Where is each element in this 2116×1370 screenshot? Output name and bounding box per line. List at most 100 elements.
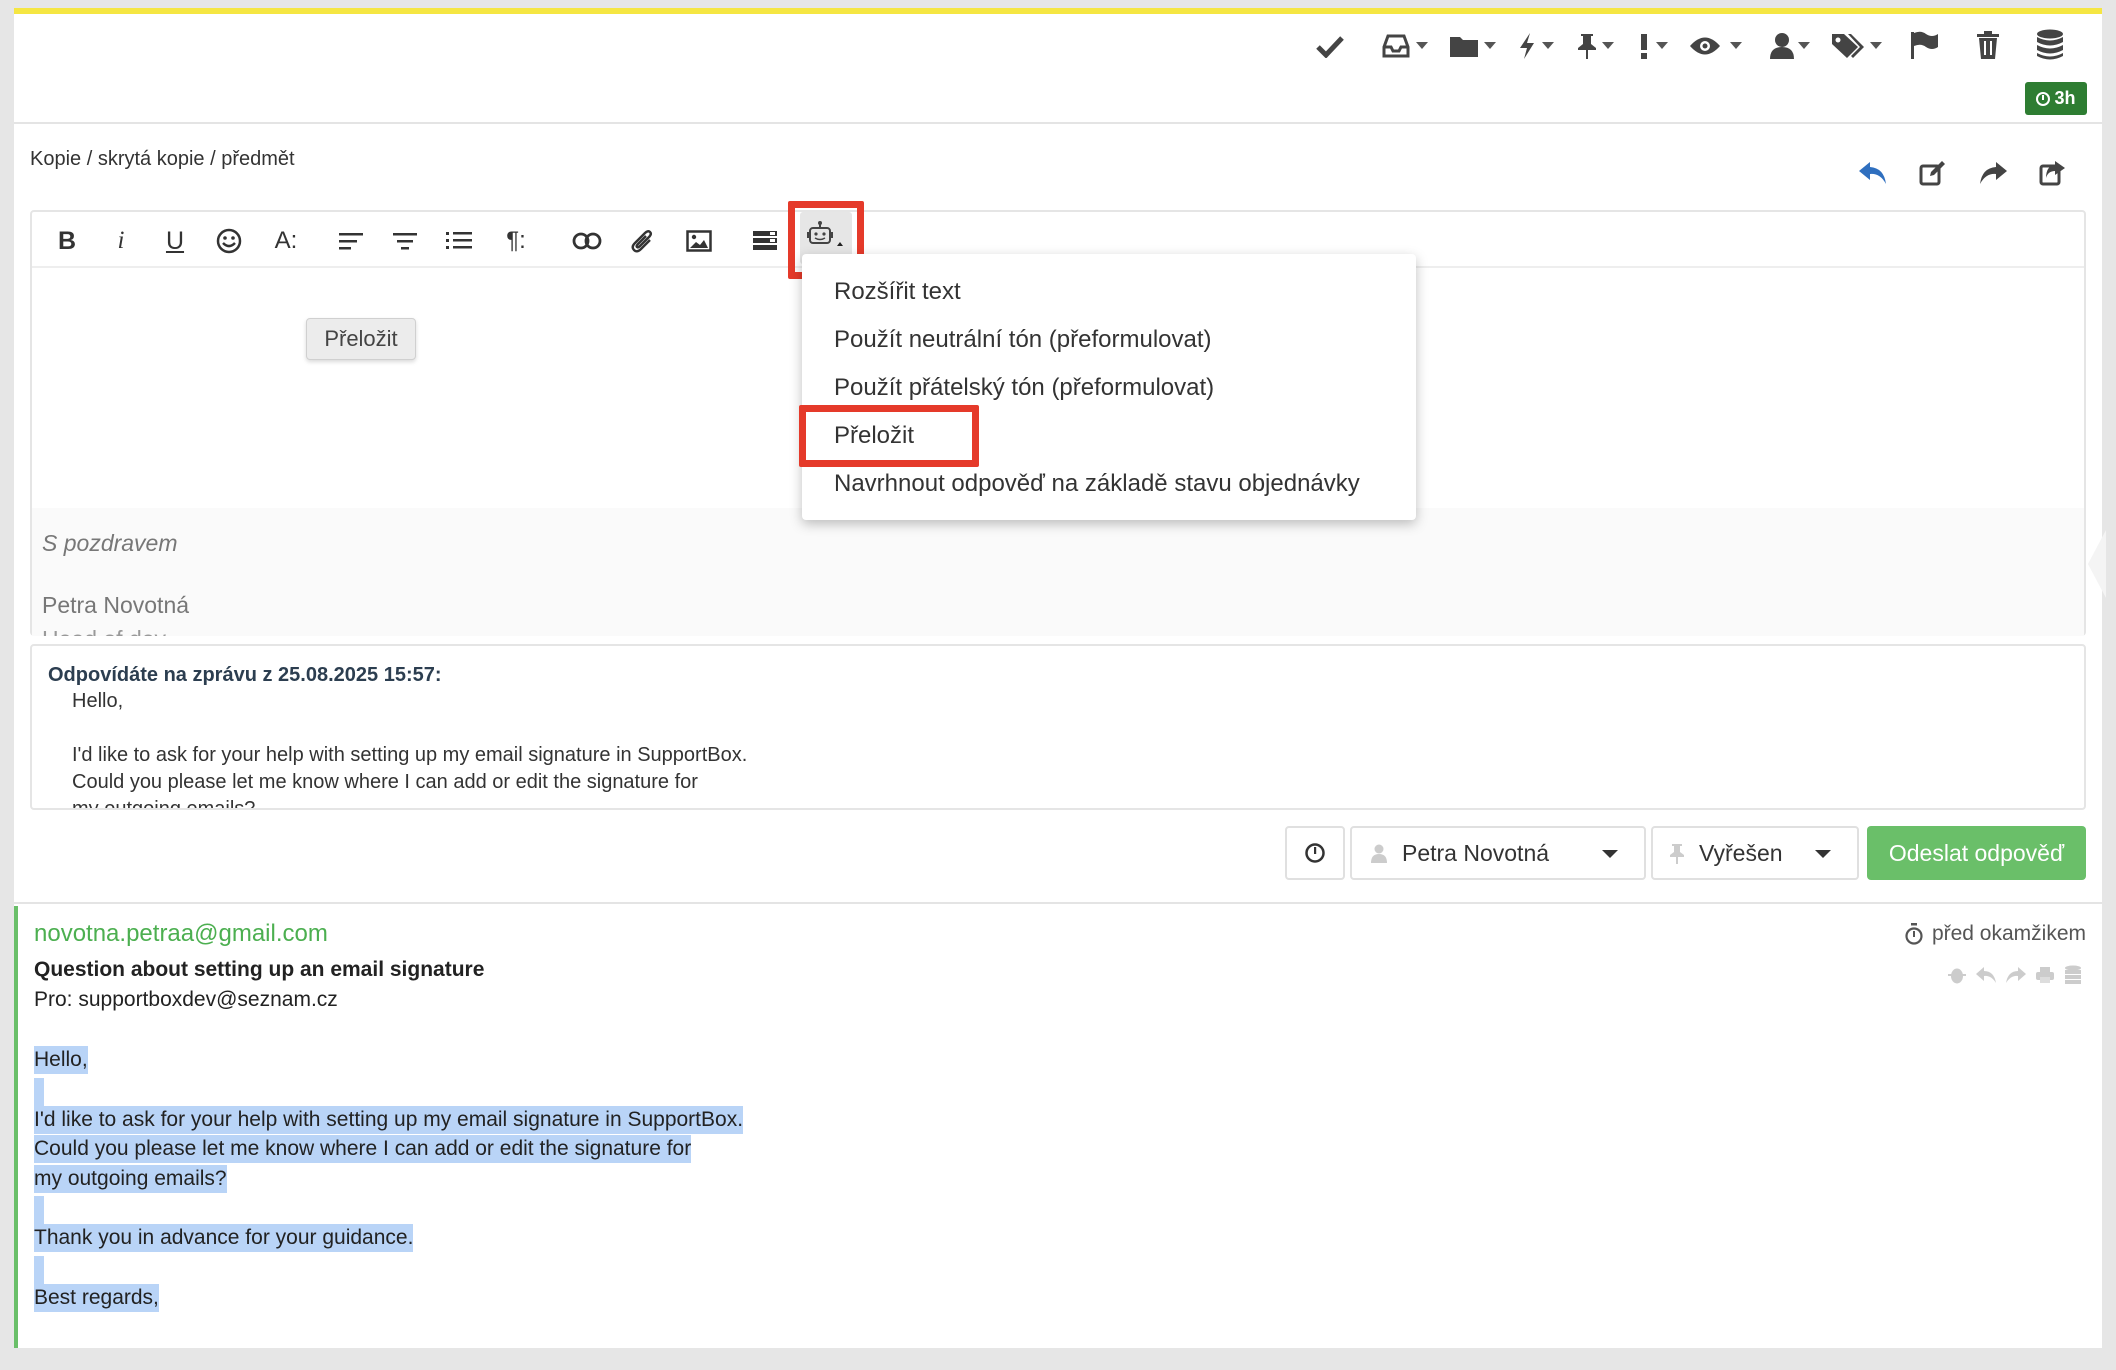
message-time: před okamžikem [1904,922,2086,946]
pin-icon[interactable] [1574,30,1600,62]
selection-gap [34,1078,44,1106]
folder-icon[interactable] [1448,30,1480,62]
reply-icon[interactable] [1858,158,1888,188]
check-icon[interactable] [1314,30,1346,62]
chevron-down-icon[interactable] [1798,42,1810,49]
message-body-line: Could you please let me know where I can… [34,1135,692,1163]
divider [14,122,2102,124]
divider [14,902,2102,904]
message-body-line: I'd like to ask for your help with setti… [34,1106,744,1134]
timer-badge-label: 3h [2054,88,2076,108]
chevron-down-icon[interactable] [1870,42,1882,49]
translate-tooltip: Přeložit [306,318,416,360]
ai-dropdown-menu: Rozšířit text Použít neutrální tón (přef… [802,254,1416,520]
user-icon [1371,844,1387,863]
message-accent-bar [14,906,18,1348]
paragraph-button[interactable]: ¶: [494,224,538,258]
message-recipient: Pro: supportboxdev@seznam.cz [34,988,338,1011]
database-icon[interactable] [2062,964,2084,986]
emoji-button[interactable] [212,224,246,258]
quoted-line: I'd like to ask for your help with setti… [72,744,748,766]
forward-icon[interactable] [2004,964,2028,986]
align-left-button[interactable] [334,224,368,258]
chevron-down-icon[interactable] [1602,42,1614,49]
quoted-line: Hello, [72,690,124,712]
align-left-icon [339,233,363,250]
quoted-message: Odpovídáte na zprávu z 25.08.2025 15:57:… [30,644,2086,810]
message-subject: Question about setting up an email signa… [34,958,485,981]
exclamation-icon[interactable] [1634,30,1654,62]
menu-item-suggest-reply[interactable]: Navrhnout odpověď na základě stavu objed… [834,470,1360,498]
menu-item-neutral-tone[interactable]: Použít neutrální tón (přeformulovat) [834,326,1212,354]
paperclip-icon [631,230,652,253]
align-center-icon [393,233,417,250]
pin-icon [1670,844,1684,864]
underline-button[interactable]: U [158,224,192,258]
status-value: Vyřešen [1699,840,1783,866]
list-ol-icon [446,232,472,249]
highlight-box [799,405,979,467]
image-icon [686,230,712,252]
italic-button[interactable]: i [104,224,138,258]
image-button[interactable] [682,224,716,258]
smile-icon [216,228,242,254]
assignee-value: Petra Novotná [1402,840,1550,866]
quoted-header: Odpovídáte na zprávu z 25.08.2025 15:57: [48,664,442,686]
reply-icon[interactable] [1974,964,1998,986]
chevron-down-icon[interactable] [1484,42,1496,49]
share-icon[interactable] [2038,158,2068,188]
clock-icon [1305,843,1325,863]
print-icon[interactable] [2034,964,2056,986]
bold-button[interactable]: B [50,224,84,258]
send-reply-button[interactable]: Odeslat odpověď [1867,826,2086,880]
chevron-down-icon[interactable] [1542,42,1554,49]
menu-item-friendly-tone[interactable]: Použít přátelský tón (přeformulovat) [834,374,1214,402]
message-body-line: Best regards, [34,1284,159,1312]
quoted-line: my outgoing emails? [72,798,256,810]
signature-title: Head of dev [42,626,166,636]
ordered-list-button[interactable] [442,224,476,258]
align-center-button[interactable] [388,224,422,258]
stopwatch-icon [1905,923,1923,945]
menu-item-expand[interactable]: Rozšířit text [834,278,961,306]
selection-gap [34,1196,44,1224]
clock-icon [2036,91,2051,106]
edit-icon[interactable] [1918,158,1948,188]
signature-greeting: S pozdravem [42,530,178,556]
message-body-line: Thank you in advance for your guidance. [34,1224,414,1252]
selection-gap [34,1256,44,1284]
template-button[interactable] [748,224,782,258]
template-icon [753,231,777,250]
recipients-toggle[interactable]: Kopie / skrytá kopie / předmět [30,148,295,171]
quoted-line: Could you please let me know where I can… [72,771,698,793]
message-time-label: před okamžikem [1931,922,2086,945]
signature-block: S pozdravem Petra Novotná Head of dev [32,508,2084,636]
tags-icon[interactable] [1830,30,1866,62]
attachment-button[interactable] [626,224,660,258]
eye-icon[interactable] [1688,30,1722,62]
message-body-line: my outgoing emails? [34,1165,227,1193]
link-button[interactable] [570,224,604,258]
chevron-down-icon[interactable] [1730,42,1742,49]
schedule-button[interactable] [1285,826,1345,880]
status-select[interactable]: Vyřešen [1651,826,1859,880]
forward-icon[interactable] [1978,158,2008,188]
user-icon[interactable] [1768,30,1796,62]
signature-name: Petra Novotná [42,592,190,618]
inbox-icon[interactable] [1380,30,1412,62]
database-icon[interactable] [2034,28,2066,62]
side-panel-toggle[interactable] [2088,530,2106,598]
assignee-select[interactable]: Petra Novotná [1350,826,1646,880]
link-icon [572,232,602,250]
chevron-down-icon[interactable] [1416,42,1428,49]
timer-badge[interactable]: 3h [2025,82,2087,115]
bug-icon[interactable] [1946,964,1968,986]
sender-email[interactable]: novotna.petraa@gmail.com [34,920,328,948]
trash-icon[interactable] [1974,28,2002,62]
message-body-line: Hello, [34,1046,88,1074]
flag-icon[interactable] [1908,28,1940,62]
bolt-icon[interactable] [1514,30,1540,62]
chevron-down-icon [1815,850,1831,858]
chevron-down-icon[interactable] [1656,42,1668,49]
font-size-button[interactable]: A: [264,224,308,258]
